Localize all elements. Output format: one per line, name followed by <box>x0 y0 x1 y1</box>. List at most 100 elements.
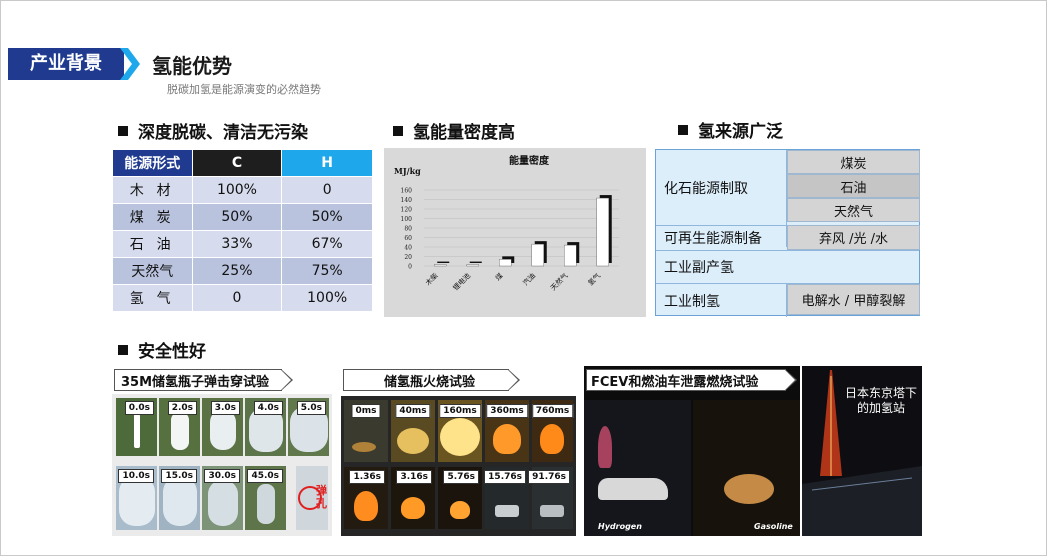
bullet-square-icon <box>678 124 688 135</box>
frame-time-label: 15.76s <box>484 470 526 484</box>
table-row: 天然气 25% 75% <box>112 257 373 285</box>
frame-time-label: 2.0s <box>167 401 197 415</box>
frame-time-label: 360ms <box>486 404 528 418</box>
table-cell: 木 材 <box>112 176 193 204</box>
frame-time-label: 40ms <box>395 404 431 418</box>
hydrogen-source-table: 化石能源制取 煤炭 石油 天然气 可再生能源制备 弃风 /光 /水 工业副产氢 … <box>655 149 920 317</box>
frame-time-label: 15.0s <box>161 469 197 483</box>
fire-test-title: 储氢瓶火烧试验 <box>343 369 520 391</box>
bullet-test-frame: 5.0s <box>288 398 329 456</box>
x-tick-label: 汽油 <box>521 271 537 287</box>
byproduct-label: 工业副产氢 <box>664 260 734 276</box>
section-decarbon: 深度脱碳、清洁无污染 <box>118 118 308 143</box>
frame-time-label: 0ms <box>351 404 381 418</box>
bullet-test-frame: 4.0s <box>245 398 286 456</box>
section-safety-label: 安全性好 <box>138 342 206 362</box>
hydrogen-flame-icon <box>598 426 612 468</box>
chart-bar <box>499 259 512 267</box>
gasoline-fire-icon <box>724 474 774 504</box>
chart-bar <box>596 197 609 267</box>
bullet-test-frame: 3.0s <box>202 398 243 456</box>
section-tag: 产业背景 <box>8 48 124 80</box>
bullet-test-panel: 35M储氢瓶子弹击穿试验 0.0s 2.0s 3.0s 4.0s 5.0s 10… <box>112 366 332 536</box>
fire-test-frame: 1.36s <box>344 467 388 529</box>
chart-bar <box>466 264 479 267</box>
table-cell: 50% <box>281 203 373 231</box>
chart-bar <box>531 243 544 267</box>
frame-time-label: 5.76s <box>443 470 479 484</box>
y-tick-label: 40 <box>404 245 412 252</box>
chart-bar <box>434 264 447 267</box>
y-tick-label: 140 <box>401 197 413 204</box>
fire-test-frame: 360ms <box>485 400 529 462</box>
section-sources: 氢来源广泛 <box>678 117 783 142</box>
frame-time-label: 3.0s <box>210 401 240 415</box>
fire-test-frame: 15.76s <box>484 467 529 529</box>
renewable-item: 弃风 /光 /水 <box>787 225 920 250</box>
table-cell: 0 <box>191 284 283 312</box>
frame-time-label: 160ms <box>439 404 481 418</box>
fossil-item-coal: 煤炭 <box>787 150 920 174</box>
renewable-label: 可再生能源制备 <box>664 231 762 247</box>
table-row: 煤 炭 50% 50% <box>112 203 373 231</box>
x-tick-label: 木柴 <box>423 271 439 287</box>
y-tick-label: 100 <box>401 216 413 223</box>
bullet-test-frame: 45.0s <box>245 466 286 530</box>
fire-test-frame: 40ms <box>391 400 435 462</box>
bullet-test-title-text: 35M储氢瓶子弹击穿试验 <box>121 374 270 390</box>
fire-test-title-text: 储氢瓶火烧试验 <box>384 374 476 390</box>
table-cell: 100% <box>191 176 283 204</box>
page-title: 氢能优势 <box>152 54 232 78</box>
frame-time-label: 3.16s <box>396 470 432 484</box>
table-cell: 50% <box>191 203 283 231</box>
bar-shadow <box>469 261 482 263</box>
hydrogen-car-icon <box>598 478 668 500</box>
y-axis-label: MJ/kg <box>394 166 421 176</box>
x-tick-label: 天然气 <box>548 271 569 292</box>
fossil-item-oil: 石油 <box>787 174 920 198</box>
x-tick-label: 煤 <box>493 271 504 282</box>
table-cell: 煤 炭 <box>112 203 193 231</box>
frame-time-label: 30.0s <box>204 469 240 483</box>
industrial-item: 电解水 / 甲醇裂解 <box>787 284 920 315</box>
table-row: 石 油 33% 67% <box>112 230 373 258</box>
tokyo-station-caption: 日本东京塔下的加氢站 <box>844 386 917 415</box>
table-cell: 33% <box>191 230 283 258</box>
fire-test-frame: 760ms <box>531 400 574 462</box>
page-subtitle: 脱碳加氢是能源演变的必然趋势 <box>167 83 321 96</box>
frame-time-label: 5.0s <box>296 401 326 415</box>
frame-time-label: 1.36s <box>349 470 385 484</box>
table-row: 木 材 100% 0 <box>112 176 373 204</box>
bullet-square-icon <box>118 125 128 136</box>
industrial-label: 工业制氢 <box>664 293 720 310</box>
table-cell: 100% <box>281 284 373 312</box>
tokyo-station-panel: 日本东京塔下的加氢站 <box>802 366 922 536</box>
x-tick-label: 锂电池 <box>451 271 472 292</box>
bullet-test-title: 35M储氢瓶子弹击穿试验 <box>114 369 293 391</box>
bullet-square-icon <box>393 125 403 136</box>
bullet-test-frame: 0.0s <box>116 398 157 456</box>
energy-density-chart-panel: 能量密度 MJ/kg 0 20 40 60 80 100 120 140 160 木柴 锂电池 煤 汽油… <box>384 148 646 317</box>
fire-test-panel: 储氢瓶火烧试验 0ms 40ms 160ms 360ms 760ms 1.36s… <box>341 366 576 536</box>
fossil-label: 化石能源制取 <box>664 180 748 197</box>
x-tick-label: 氢气 <box>586 271 602 287</box>
frame-time-label: 45.0s <box>247 469 283 483</box>
chart-title: 能量密度 <box>509 154 550 167</box>
table-header-cell: H <box>281 149 373 177</box>
fire-test-frame: 160ms <box>438 400 482 462</box>
table-row: 氢 气 0 100% <box>112 284 373 312</box>
y-tick-label: 60 <box>404 235 412 242</box>
hydrogen-label: Hydrogen <box>598 522 642 531</box>
fcev-leak-title: FCEV和燃油车泄露燃烧试验 <box>586 369 797 391</box>
bullet-test-frame: 10.0s <box>116 466 157 530</box>
y-tick-label: 80 <box>404 226 412 233</box>
fcev-leak-panel: FCEV和燃油车泄露燃烧试验 Hydrogen Gasoline <box>584 366 800 536</box>
table-cell: 75% <box>281 257 373 285</box>
section-decarbon-label: 深度脱碳、清洁无污染 <box>138 123 308 143</box>
energy-density-chart: 能量密度 MJ/kg 0 20 40 60 80 100 120 140 160 木柴 锂电池 煤 汽油… <box>394 154 619 292</box>
fire-test-frame: 3.16s <box>391 467 435 529</box>
chevron-icon <box>120 48 140 80</box>
table-cell: 67% <box>281 230 373 258</box>
section-sources-label: 氢来源广泛 <box>698 122 783 142</box>
fcev-leak-title-text: FCEV和燃油车泄露燃烧试验 <box>591 374 759 390</box>
